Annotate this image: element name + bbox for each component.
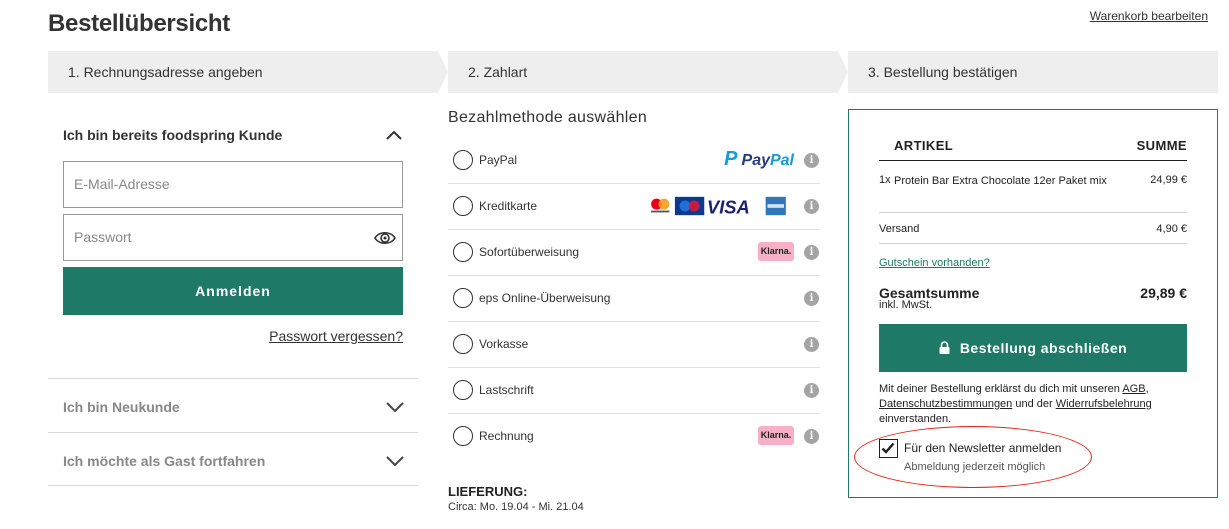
payment-option-paypal[interactable]: PayPal P PayPal i: [448, 138, 820, 184]
vat-note: inkl. MwSt.: [879, 299, 933, 311]
accordion-label: Ich möchte als Gast fortfahren: [63, 453, 266, 469]
payment-label: Vorkasse: [479, 337, 529, 351]
chevron-up-icon[interactable]: [386, 127, 402, 143]
divider: [48, 485, 418, 486]
newsletter-label[interactable]: Für den Newsletter anmelden: [904, 441, 1061, 455]
info-icon[interactable]: i: [804, 429, 819, 444]
radio-button[interactable]: [453, 288, 473, 308]
withdrawal-link[interactable]: Widerrufsbelehrung: [1056, 398, 1152, 410]
voucher-link[interactable]: Gutschein vorhanden?: [879, 257, 990, 269]
klarna-logo: Klarna.: [758, 242, 794, 261]
radio-button[interactable]: [453, 334, 473, 354]
shipping-value: 4,90 €: [1156, 223, 1187, 235]
info-icon[interactable]: i: [804, 245, 819, 260]
klarna-logo: Klarna.: [758, 426, 794, 445]
divider: [879, 160, 1187, 161]
payment-method-heading: Bezahlmethode auswählen: [448, 109, 648, 126]
password-placeholder: Passwort: [74, 229, 132, 245]
item-name: Protein Bar Extra Chocolate 12er Paket m…: [894, 175, 1107, 187]
column-header-sum: SUMME: [1136, 138, 1187, 153]
delivery-heading: LIEFERUNG:: [448, 484, 528, 499]
terms-link[interactable]: AGB: [1122, 383, 1145, 395]
step-divider-arrow: [438, 51, 448, 93]
step-label: 1. Rechnungsadresse angeben: [68, 64, 263, 80]
card-logos-icon: VISA: [648, 196, 786, 217]
shipping-label: Versand: [879, 223, 920, 235]
newsletter-note: Abmeldung jederzeit möglich: [904, 461, 1046, 473]
checkmark-icon: [881, 442, 895, 454]
info-icon[interactable]: i: [804, 337, 819, 352]
divider: [879, 212, 1187, 213]
newsletter-checkbox[interactable]: [879, 439, 898, 458]
eye-icon[interactable]: [374, 227, 396, 249]
accordion-label: Ich bin Neukunde: [63, 399, 180, 415]
visa-text: VISA: [707, 196, 750, 217]
step-payment[interactable]: 2. Zahlart: [448, 51, 838, 93]
step-label: 3. Bestellung bestätigen: [868, 64, 1018, 80]
privacy-link[interactable]: Datenschutzbestimmungen: [879, 398, 1012, 410]
radio-button[interactable]: [453, 380, 473, 400]
payment-option-invoice[interactable]: Rechnung Klarna. i: [448, 414, 820, 460]
email-placeholder: E-Mail-Adresse: [74, 176, 170, 192]
place-order-label: Bestellung abschließen: [959, 340, 1128, 356]
accordion-new-customer[interactable]: Ich bin Neukunde: [48, 378, 418, 432]
forgot-password-link[interactable]: Passwort vergessen?: [269, 328, 403, 344]
mastercard-icon: [648, 196, 673, 216]
login-button[interactable]: Anmelden: [63, 267, 403, 315]
info-icon[interactable]: i: [804, 291, 819, 306]
existing-customer-heading[interactable]: Ich bin bereits foodspring Kunde: [63, 127, 282, 143]
info-icon[interactable]: i: [804, 199, 819, 214]
radio-button[interactable]: [453, 196, 473, 216]
checkout-steps: 1. Rechnungsadresse angeben 2. Zahlart 3…: [48, 51, 1218, 93]
item-quantity: 1x: [879, 174, 891, 186]
item-price: 24,99 €: [1150, 174, 1187, 186]
place-order-button[interactable]: Bestellung abschließen: [879, 324, 1187, 372]
payment-option-eps[interactable]: eps Online-Überweisung i: [448, 276, 820, 322]
payment-option-direct-debit[interactable]: Lastschrift i: [448, 368, 820, 414]
divider: [879, 243, 1187, 244]
payment-label: Kreditkarte: [479, 199, 538, 213]
maestro-icon: [674, 196, 705, 216]
payment-label: eps Online-Überweisung: [479, 291, 611, 305]
radio-button[interactable]: [453, 242, 473, 262]
accordion-guest-checkout[interactable]: Ich möchte als Gast fortfahren: [48, 432, 418, 486]
payment-option-credit-card[interactable]: Kreditkarte VISA i: [448, 184, 820, 230]
delivery-estimate: Circa: Mo. 19.04 - Mi. 21.04: [448, 501, 584, 513]
amex-icon: [765, 196, 786, 216]
legal-notice: Mit deiner Bestellung erklärst du dich m…: [879, 383, 1152, 425]
password-field[interactable]: Passwort: [63, 214, 403, 261]
radio-button[interactable]: [453, 150, 473, 170]
edit-cart-link[interactable]: Warenkorb bearbeiten: [1090, 9, 1208, 23]
step-divider-arrow: [838, 51, 848, 93]
step-label: 2. Zahlart: [468, 64, 528, 80]
page-title: Bestellübersicht: [48, 10, 230, 37]
payment-option-prepayment[interactable]: Vorkasse i: [448, 322, 820, 368]
total-value: 29,89 €: [1140, 285, 1187, 301]
chevron-down-icon: [386, 402, 404, 413]
payment-label: PayPal: [479, 153, 518, 167]
paypal-logo: P PayPal: [724, 148, 794, 170]
payment-label: Sofortüberweisung: [479, 245, 580, 259]
chevron-down-icon: [386, 456, 404, 467]
payment-label: Lastschrift: [479, 383, 534, 397]
step-confirm-order[interactable]: 3. Bestellung bestätigen: [848, 51, 1218, 93]
email-field[interactable]: E-Mail-Adresse: [63, 161, 403, 208]
payment-option-sofort[interactable]: Sofortüberweisung Klarna. i: [448, 230, 820, 276]
order-summary: ARTIKEL SUMME 1x Protein Bar Extra Choco…: [848, 109, 1218, 498]
step-billing-address[interactable]: 1. Rechnungsadresse angeben: [48, 51, 438, 93]
info-icon[interactable]: i: [804, 383, 819, 398]
column-header-article: ARTIKEL: [894, 138, 954, 153]
radio-button[interactable]: [453, 426, 473, 446]
payment-label: Rechnung: [479, 429, 534, 443]
info-icon[interactable]: i: [804, 153, 819, 168]
lock-icon: [939, 341, 950, 355]
